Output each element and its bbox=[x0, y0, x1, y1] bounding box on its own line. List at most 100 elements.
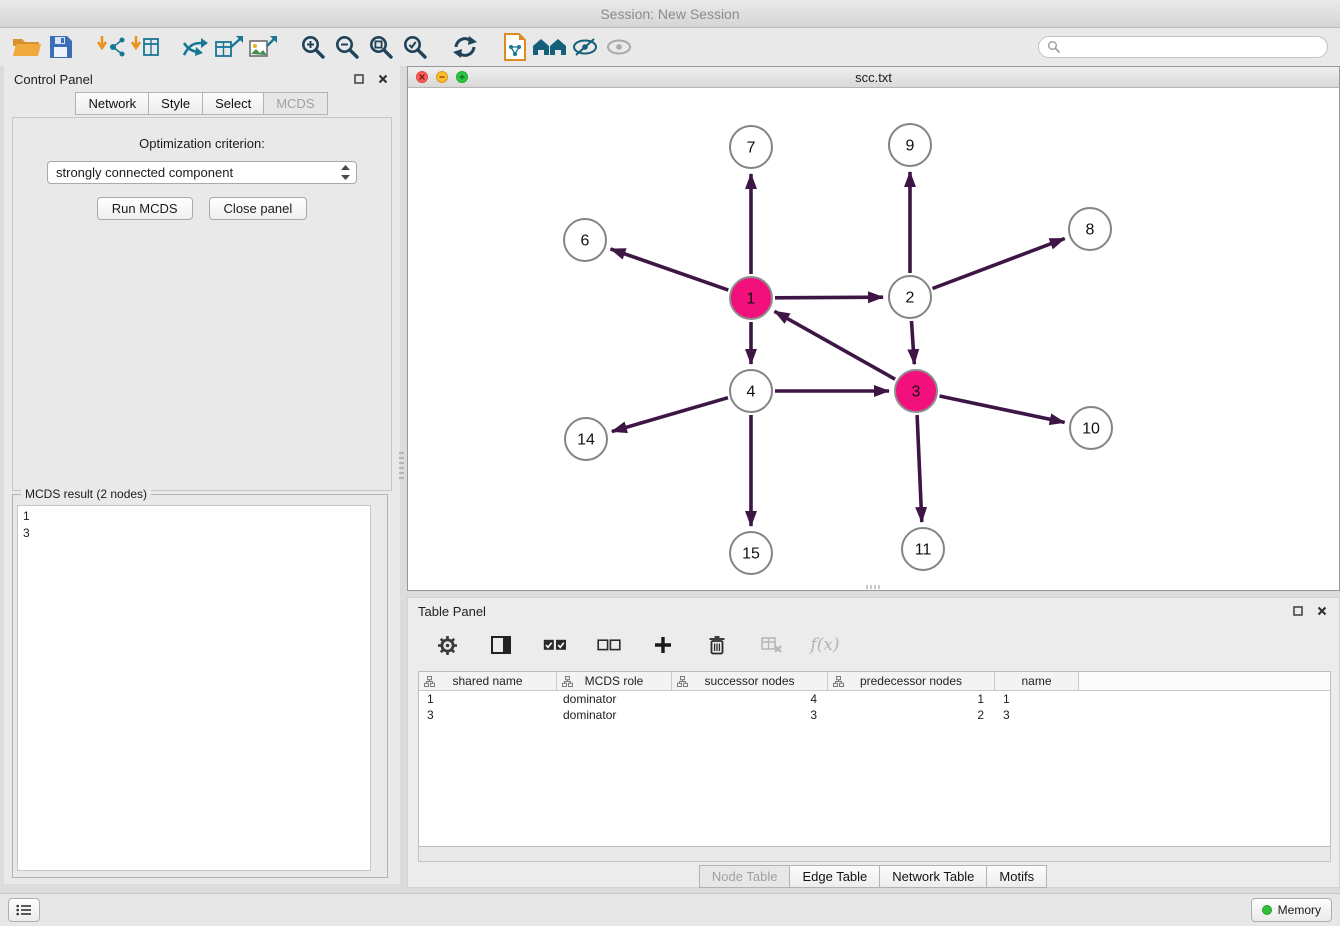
homes-icon bbox=[532, 36, 568, 58]
list-icon bbox=[16, 904, 32, 916]
expand-icon bbox=[458, 73, 466, 81]
column-header-successor-nodes[interactable]: successor nodes bbox=[672, 672, 828, 690]
export-table-button[interactable] bbox=[212, 30, 246, 64]
zoom-in-button[interactable] bbox=[296, 30, 330, 64]
open-session-button[interactable] bbox=[10, 30, 44, 64]
table-row[interactable]: 1 dominator 4 1 1 bbox=[419, 691, 1330, 707]
tab-motifs[interactable]: Motifs bbox=[986, 865, 1047, 888]
column-header-label: MCDS role bbox=[585, 674, 644, 688]
node-label-3: 3 bbox=[912, 384, 921, 401]
mcds-result-text[interactable]: 1 3 bbox=[17, 505, 371, 871]
control-panel-tabs: Network Style Select MCDS bbox=[4, 92, 400, 115]
export-image-button[interactable] bbox=[246, 30, 280, 64]
search-icon bbox=[1047, 40, 1061, 54]
select-all-columns-button[interactable] bbox=[538, 628, 572, 662]
tab-style[interactable]: Style bbox=[148, 92, 203, 115]
save-icon bbox=[49, 35, 73, 59]
float-panel-button[interactable] bbox=[352, 72, 366, 86]
cell-shared-name[interactable]: 1 bbox=[419, 691, 557, 707]
optimization-select[interactable]: strongly connected component bbox=[47, 161, 357, 184]
network-canvas[interactable]: 7968124314101511 bbox=[408, 88, 1339, 590]
app-title-bar: Session: New Session bbox=[0, 0, 1340, 28]
optimization-select-value: strongly connected component bbox=[56, 165, 233, 180]
edge-3-11[interactable] bbox=[917, 415, 922, 522]
control-panel: Control Panel Network Style Select MCDS … bbox=[4, 66, 400, 884]
edge-4-14[interactable] bbox=[612, 398, 728, 432]
minimize-window-button[interactable] bbox=[436, 71, 448, 83]
mcds-result-title: MCDS result (2 nodes) bbox=[21, 487, 151, 501]
tab-network-table[interactable]: Network Table bbox=[879, 865, 987, 888]
apply-layout-button[interactable] bbox=[448, 30, 482, 64]
show-columns-button[interactable] bbox=[484, 628, 518, 662]
tab-select[interactable]: Select bbox=[202, 92, 264, 115]
node-table: shared name MCDS role successor nodes pr… bbox=[418, 671, 1331, 847]
column-header-predecessor-nodes[interactable]: predecessor nodes bbox=[828, 672, 995, 690]
table-mode-button[interactable] bbox=[430, 628, 464, 662]
close-window-button[interactable] bbox=[416, 71, 428, 83]
zoom-out-button[interactable] bbox=[330, 30, 364, 64]
graphics-details-button[interactable] bbox=[568, 30, 602, 64]
network-from-selection-button[interactable] bbox=[498, 30, 532, 64]
tab-edge-table[interactable]: Edge Table bbox=[789, 865, 880, 888]
cell-name[interactable]: 3 bbox=[995, 707, 1079, 723]
delete-table-button[interactable] bbox=[754, 628, 788, 662]
memory-button[interactable]: Memory bbox=[1251, 898, 1332, 922]
unselect-all-columns-button[interactable] bbox=[592, 628, 626, 662]
edge-1-2[interactable] bbox=[775, 297, 883, 298]
network-window-titlebar[interactable]: scc.txt bbox=[408, 67, 1339, 88]
cell-predecessor-nodes[interactable]: 2 bbox=[828, 707, 995, 723]
float-table-panel-button[interactable] bbox=[1291, 604, 1305, 618]
function-builder-button[interactable]: f(x) bbox=[808, 628, 842, 662]
import-table-button[interactable] bbox=[128, 30, 162, 64]
tab-node-table[interactable]: Node Table bbox=[699, 865, 791, 888]
export-table-icon bbox=[214, 34, 244, 60]
trash-icon bbox=[709, 635, 725, 655]
zoom-window-button[interactable] bbox=[456, 71, 468, 83]
edge-2-8[interactable] bbox=[933, 239, 1065, 289]
task-history-button[interactable] bbox=[8, 898, 40, 922]
unchecked-boxes-icon bbox=[597, 639, 621, 651]
column-header-label: predecessor nodes bbox=[860, 674, 962, 688]
cell-predecessor-nodes[interactable]: 1 bbox=[828, 691, 995, 707]
edge-1-6[interactable] bbox=[611, 249, 729, 290]
column-header-mcds-role[interactable]: MCDS role bbox=[557, 672, 672, 690]
save-session-button[interactable] bbox=[44, 30, 78, 64]
zoom-selected-button[interactable] bbox=[398, 30, 432, 64]
close-table-panel-button[interactable] bbox=[1315, 604, 1329, 618]
search-box[interactable] bbox=[1038, 36, 1328, 58]
home-button[interactable] bbox=[532, 30, 568, 64]
run-mcds-button[interactable]: Run MCDS bbox=[97, 197, 193, 220]
select-spinner-icon bbox=[341, 165, 350, 180]
import-network-button[interactable] bbox=[94, 30, 128, 64]
cell-name[interactable]: 1 bbox=[995, 691, 1079, 707]
cell-successor-nodes[interactable]: 3 bbox=[672, 707, 828, 723]
close-icon bbox=[1317, 606, 1327, 616]
edge-3-10[interactable] bbox=[940, 396, 1065, 422]
column-header-shared-name[interactable]: shared name bbox=[419, 672, 557, 690]
edge-2-3[interactable] bbox=[912, 321, 915, 364]
cell-shared-name[interactable]: 3 bbox=[419, 707, 557, 723]
zoom-fit-button[interactable] bbox=[364, 30, 398, 64]
cell-mcds-role[interactable]: dominator bbox=[557, 707, 672, 723]
horizontal-scrollbar[interactable] bbox=[418, 847, 1331, 862]
cell-successor-nodes[interactable]: 4 bbox=[672, 691, 828, 707]
cell-mcds-role[interactable]: dominator bbox=[557, 691, 672, 707]
panel-resize-handle[interactable] bbox=[399, 452, 404, 482]
tab-mcds[interactable]: MCDS bbox=[263, 92, 327, 115]
edge-3-1[interactable] bbox=[775, 311, 896, 379]
control-panel-header: Control Panel bbox=[4, 66, 400, 92]
table-row[interactable]: 3 dominator 3 2 3 bbox=[419, 707, 1330, 723]
window-resize-grip[interactable] bbox=[866, 585, 882, 589]
tab-network[interactable]: Network bbox=[75, 92, 149, 115]
close-panel-button-secondary[interactable]: Close panel bbox=[209, 197, 308, 220]
show-hide-button[interactable] bbox=[602, 30, 636, 64]
delete-column-button[interactable] bbox=[700, 628, 734, 662]
close-panel-button[interactable] bbox=[376, 72, 390, 86]
node-label-4: 4 bbox=[747, 384, 756, 401]
status-bar: Memory bbox=[0, 893, 1340, 926]
create-column-button[interactable] bbox=[646, 628, 680, 662]
export-network-button[interactable] bbox=[178, 30, 212, 64]
table-panel-header: Table Panel bbox=[408, 598, 1339, 624]
column-header-name[interactable]: name bbox=[995, 672, 1079, 690]
search-input[interactable] bbox=[1066, 40, 1319, 54]
